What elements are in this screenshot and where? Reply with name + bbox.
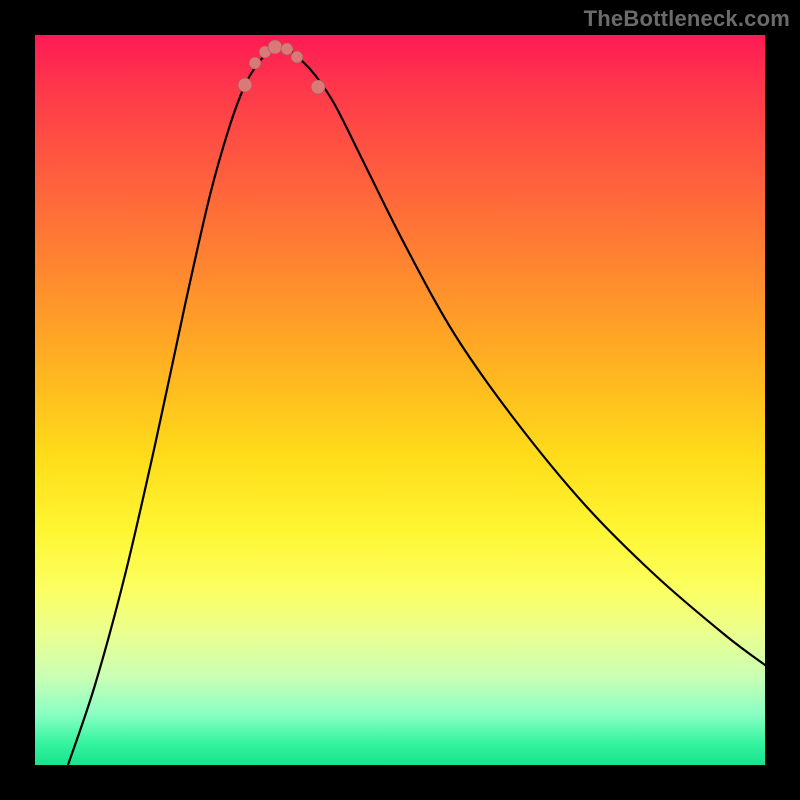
dot-1 xyxy=(238,78,252,92)
dot-7 xyxy=(311,80,325,94)
dot-4 xyxy=(268,40,282,54)
bottleneck-curve xyxy=(68,47,765,765)
chart-canvas: TheBottleneck.com xyxy=(0,0,800,800)
dot-2 xyxy=(249,57,261,69)
watermark-text: TheBottleneck.com xyxy=(584,6,790,32)
dot-6 xyxy=(291,51,303,63)
dot-5 xyxy=(281,43,293,55)
marker-group xyxy=(238,40,325,94)
curve-svg xyxy=(35,35,765,765)
plot-area xyxy=(35,35,765,765)
